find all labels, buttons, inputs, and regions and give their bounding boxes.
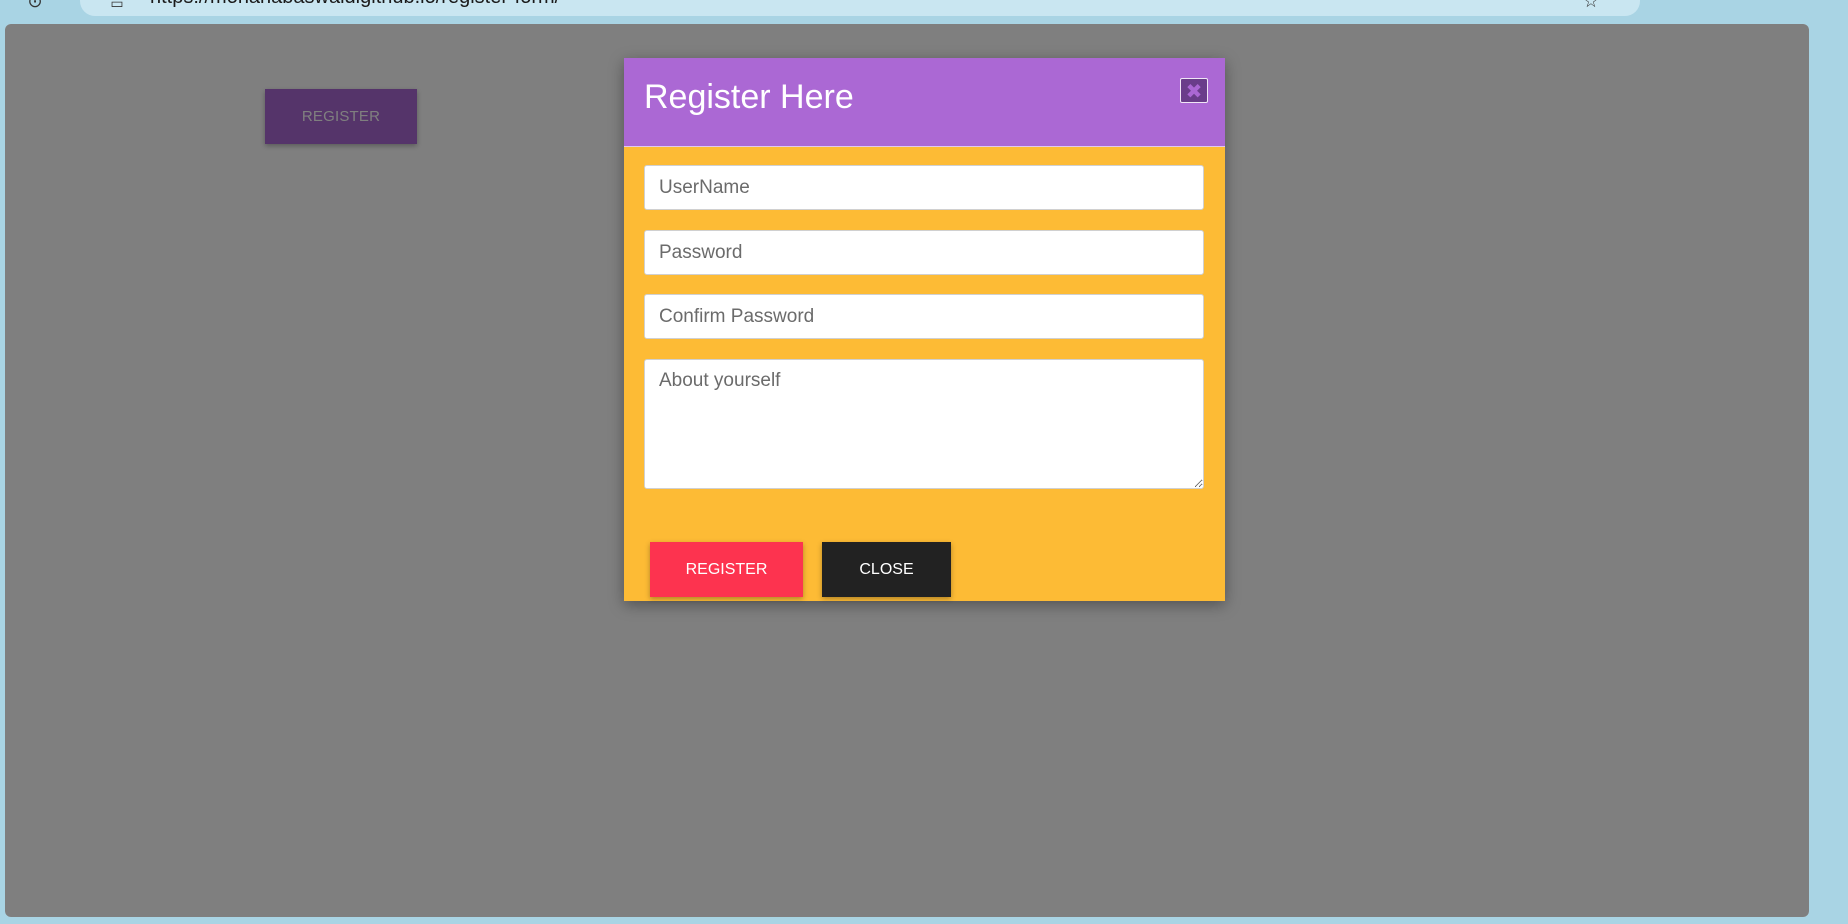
- close-button[interactable]: CLOSE: [822, 542, 951, 597]
- username-field[interactable]: [644, 165, 1204, 210]
- browser-toolbar: ⊙ ▭ https://mohanabaswaldigithub.io/regi…: [0, 0, 1848, 24]
- star-icon[interactable]: ☆: [1580, 0, 1602, 12]
- confirm-password-field[interactable]: [644, 294, 1204, 339]
- page-viewport: REGISTER Register Here ✖ REGISTER CLOSE: [5, 24, 1809, 917]
- modal-header: Register Here ✖: [624, 58, 1225, 147]
- close-icon[interactable]: ✖: [1180, 78, 1208, 103]
- page-info-icon[interactable]: ▭: [106, 0, 128, 14]
- about-yourself-textarea[interactable]: [644, 359, 1204, 489]
- modal-title: Register Here: [644, 78, 854, 116]
- password-field[interactable]: [644, 230, 1204, 275]
- address-bar[interactable]: ▭ https://mohanabaswaldigithub.io/regist…: [80, 0, 1640, 16]
- register-button[interactable]: REGISTER: [650, 542, 803, 597]
- url-text: https://mohanabaswaldigithub.io/register…: [150, 0, 560, 9]
- register-modal: Register Here ✖ REGISTER CLOSE: [624, 58, 1225, 601]
- back-icon[interactable]: ⊙: [24, 0, 46, 12]
